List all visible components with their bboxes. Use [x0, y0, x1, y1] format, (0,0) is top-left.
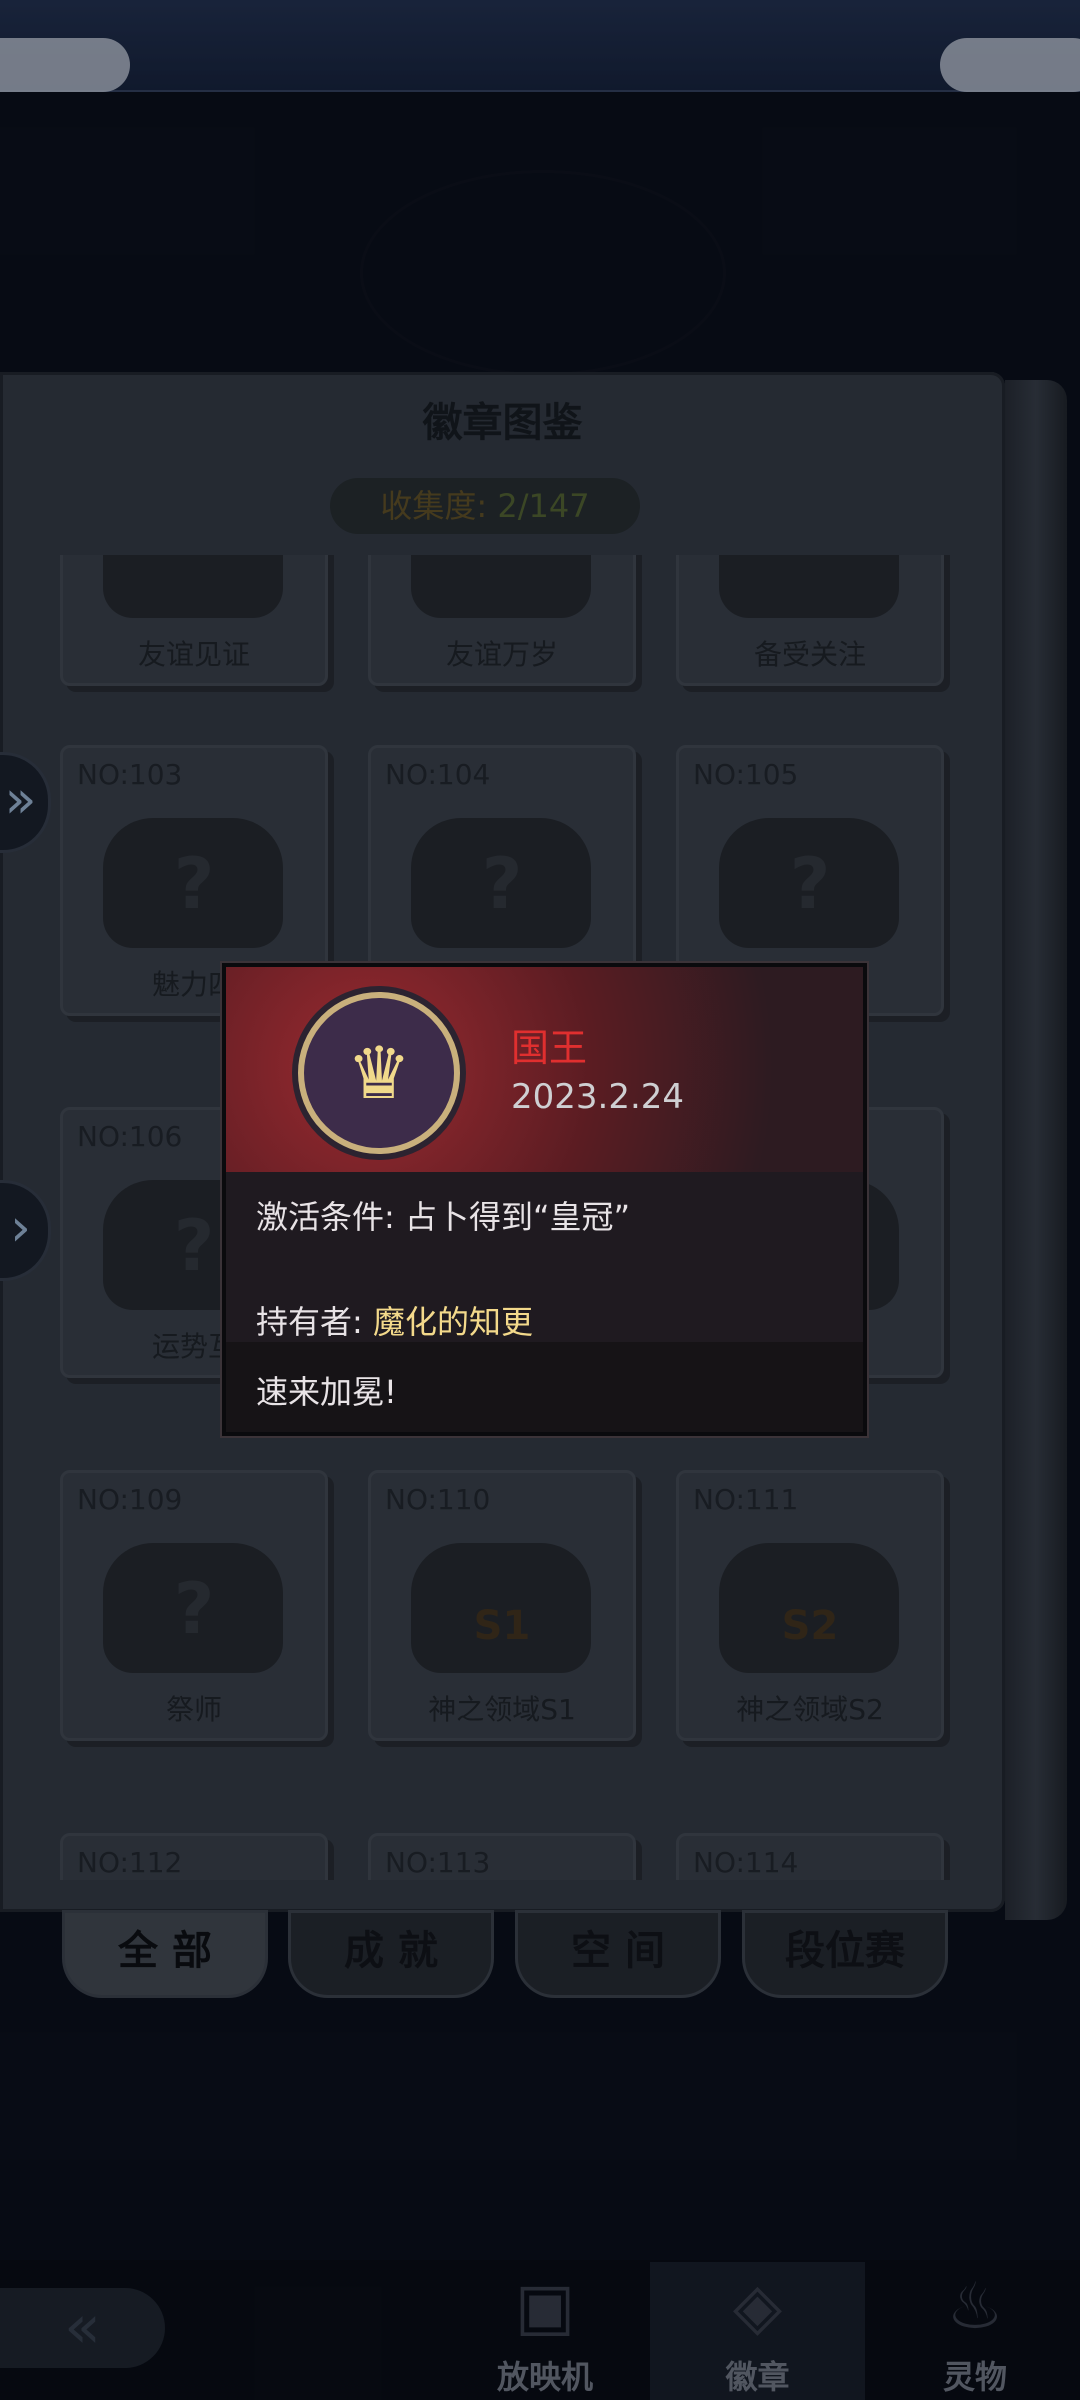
crown-badge-icon: ♛	[298, 992, 460, 1154]
condition-value: 占卜得到“皇冠”	[404, 1198, 631, 1236]
condition-row: 激活条件: 占卜得到“皇冠”	[256, 1192, 630, 1238]
owner-row: 持有者: 魔化的知更	[256, 1297, 533, 1343]
popup-message: 速来加冕!	[256, 1373, 397, 1411]
badge-title: 国王	[511, 1026, 588, 1070]
owner-name[interactable]: 魔化的知更	[373, 1303, 533, 1341]
popup-footer: 速来加冕!	[226, 1342, 863, 1432]
popup-header: ♛ 国王 2023.2.24	[226, 967, 863, 1172]
badge-date: 2023.2.24	[511, 1077, 685, 1117]
owner-label: 持有者:	[256, 1303, 363, 1341]
condition-label: 激活条件:	[256, 1198, 395, 1236]
badge-detail-popup[interactable]: ♛ 国王 2023.2.24 激活条件: 占卜得到“皇冠” 持有者: 魔化的知更…	[222, 963, 867, 1436]
